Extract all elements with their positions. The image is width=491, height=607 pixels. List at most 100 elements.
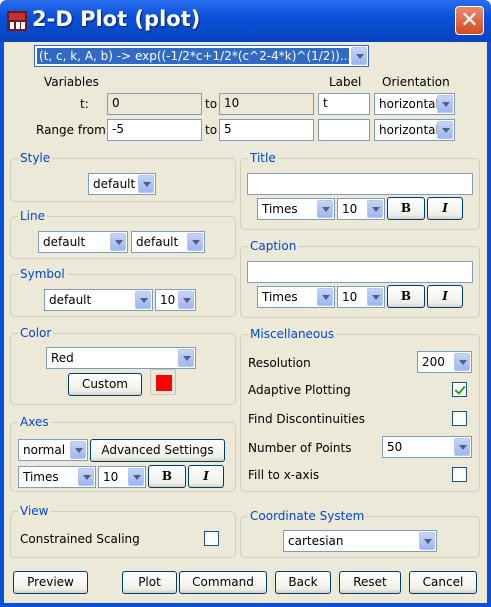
- line-group-title: Line: [18, 209, 48, 223]
- axes-type-select[interactable]: normal: [18, 439, 88, 461]
- range-orientation-select[interactable]: horizontal: [374, 119, 455, 141]
- t-variable-label: t:: [80, 97, 89, 111]
- find-discontinuities-label: Find Discontinuities: [248, 412, 366, 426]
- fill-to-x-axis-checkbox[interactable]: [452, 467, 467, 482]
- number-of-points-select[interactable]: 50: [382, 436, 472, 458]
- advanced-settings-button[interactable]: Advanced Settings: [90, 439, 225, 462]
- dialog-body: (t, c, k, A, b) -> exp((-1/2*c+1/2*(c^2-…: [4, 42, 487, 603]
- title-bar[interactable]: 2-D Plot (plot) ✕: [0, 0, 491, 42]
- color-swatch-fill: [156, 375, 172, 391]
- line-style-value: default: [43, 235, 86, 249]
- title-bold-button[interactable]: B: [387, 197, 425, 220]
- to-label: to: [205, 123, 218, 137]
- caption-italic-button[interactable]: I: [427, 285, 463, 308]
- line-thickness-select[interactable]: default: [131, 231, 205, 253]
- chevron-down-icon[interactable]: [367, 200, 383, 218]
- symbol-select[interactable]: default: [44, 289, 153, 311]
- chevron-down-icon[interactable]: [317, 288, 333, 306]
- axes-group-title: Axes: [18, 415, 51, 429]
- range-axis-label-field[interactable]: [318, 119, 370, 141]
- title-text-field[interactable]: [247, 173, 473, 195]
- coordinate-system-select[interactable]: cartesian: [283, 530, 437, 552]
- range-to-field[interactable]: 5: [219, 119, 314, 141]
- chevron-down-icon[interactable]: [138, 175, 154, 193]
- title-size-select[interactable]: 10: [337, 198, 385, 220]
- caption-bold-button[interactable]: B: [387, 285, 425, 308]
- chevron-down-icon[interactable]: [419, 532, 435, 550]
- fill-to-x-axis-label: Fill to x-axis: [248, 468, 320, 482]
- resolution-select[interactable]: 200: [417, 351, 472, 373]
- number-of-points-label: Number of Points: [248, 441, 352, 455]
- axes-italic-button[interactable]: I: [188, 465, 224, 488]
- chevron-down-icon[interactable]: [178, 349, 194, 367]
- color-group-title: Color: [18, 326, 54, 340]
- expression-value: (t, c, k, A, b) -> exp((-1/2*c+1/2*(c^2-…: [37, 48, 349, 64]
- chevron-down-icon[interactable]: [317, 200, 333, 218]
- line-style-select[interactable]: default: [38, 231, 128, 253]
- chevron-down-icon[interactable]: [178, 291, 194, 309]
- variables-header: Variables: [44, 75, 99, 89]
- color-value: Red: [51, 351, 74, 365]
- chevron-down-icon[interactable]: [70, 441, 86, 459]
- cancel-button[interactable]: Cancel: [409, 571, 477, 594]
- plot-button[interactable]: Plot: [122, 571, 177, 594]
- range-from-field[interactable]: -5: [107, 119, 202, 141]
- close-icon[interactable]: ✕: [455, 6, 484, 35]
- find-discontinuities-checkbox[interactable]: [452, 411, 467, 426]
- adaptive-plotting-checkbox[interactable]: [452, 382, 467, 397]
- chevron-down-icon[interactable]: [437, 121, 453, 139]
- maple-app-icon: [7, 11, 27, 31]
- t-orientation-select[interactable]: horizontal: [374, 93, 455, 115]
- command-button[interactable]: Command: [179, 571, 267, 594]
- symbol-size-select[interactable]: 10: [155, 289, 196, 311]
- range-from-label: Range from: [36, 123, 106, 137]
- chevron-down-icon[interactable]: [135, 291, 151, 309]
- resolution-label: Resolution: [248, 356, 311, 370]
- title-font-select[interactable]: Times: [257, 198, 335, 220]
- style-value: default: [93, 177, 136, 191]
- chevron-down-icon[interactable]: [78, 468, 94, 486]
- chevron-down-icon[interactable]: [187, 233, 203, 251]
- misc-group-title: Miscellaneous: [248, 327, 337, 341]
- chevron-down-icon[interactable]: [110, 233, 126, 251]
- back-button[interactable]: Back: [275, 571, 331, 594]
- reset-button[interactable]: Reset: [339, 571, 401, 594]
- axes-type-value: normal: [23, 443, 66, 457]
- title-group-title: Title: [248, 151, 278, 165]
- label-header: Label: [329, 75, 362, 89]
- chevron-down-icon[interactable]: [367, 288, 383, 306]
- window-title: 2-D Plot (plot): [32, 7, 201, 31]
- symbol-value: default: [49, 293, 92, 307]
- to-label: to: [205, 97, 218, 111]
- line-thickness-value: default: [136, 235, 179, 249]
- chevron-down-icon[interactable]: [128, 468, 144, 486]
- expression-select[interactable]: (t, c, k, A, b) -> exp((-1/2*c+1/2*(c^2-…: [34, 45, 369, 67]
- axes-bold-button[interactable]: B: [148, 465, 186, 488]
- title-italic-button[interactable]: I: [427, 197, 463, 220]
- t-from-field: 0: [107, 93, 202, 115]
- chevron-down-icon[interactable]: [351, 47, 367, 65]
- axes-font-value: Times: [23, 470, 59, 484]
- caption-font-select[interactable]: Times: [257, 286, 335, 308]
- caption-text-field[interactable]: [247, 261, 473, 283]
- caption-group-title: Caption: [248, 239, 299, 253]
- custom-color-button[interactable]: Custom: [68, 373, 142, 396]
- constrained-scaling-checkbox[interactable]: [204, 531, 219, 546]
- chevron-down-icon[interactable]: [454, 353, 470, 371]
- color-swatch[interactable]: [150, 369, 176, 395]
- axes-size-value: 10: [103, 470, 119, 484]
- coordinate-system-title: Coordinate System: [248, 509, 367, 523]
- constrained-scaling-label: Constrained Scaling: [20, 532, 140, 546]
- axes-size-select[interactable]: 10: [98, 466, 146, 488]
- t-axis-label-field[interactable]: t: [318, 93, 370, 115]
- axes-font-select[interactable]: Times: [18, 466, 96, 488]
- plot-dialog-window: 2-D Plot (plot) ✕ (t, c, k, A, b) -> exp…: [0, 0, 491, 607]
- t-orientation-value: horizontal: [379, 97, 439, 111]
- chevron-down-icon[interactable]: [454, 438, 470, 456]
- caption-size-select[interactable]: 10: [337, 286, 385, 308]
- style-select[interactable]: default: [88, 173, 156, 195]
- t-to-field: 10: [219, 93, 314, 115]
- preview-button[interactable]: Preview: [13, 571, 88, 594]
- chevron-down-icon[interactable]: [437, 95, 453, 113]
- color-select[interactable]: Red: [46, 347, 196, 369]
